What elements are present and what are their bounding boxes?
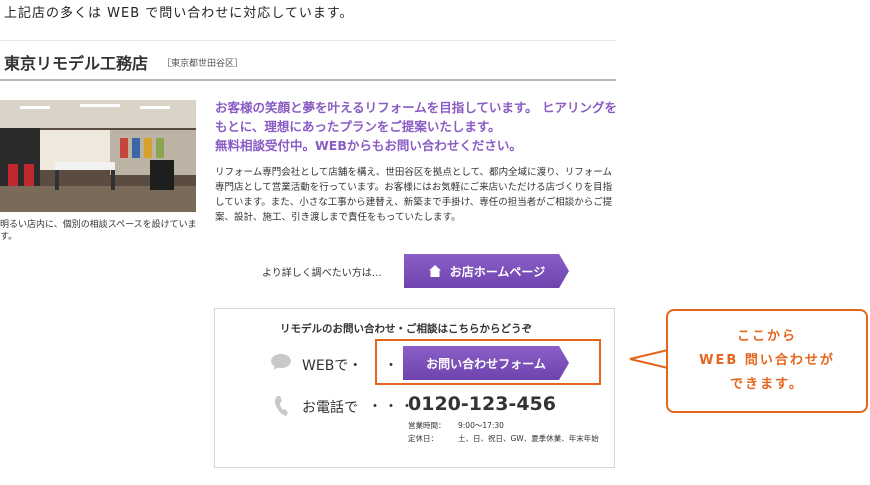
shop-catchcopy: お客様の笑顔と夢を叶えるリフォームを目指しています。 ヒアリングをもとに、理想に…: [215, 98, 620, 155]
intro-text: 上記店の多くは WEB で問い合わせに対応しています。: [4, 6, 354, 21]
contact-web-label: WEBで・: [302, 358, 363, 374]
shop-header-underline: [0, 79, 616, 81]
contact-title: リモデルのお問い合わせ・ご相談はこちらからどうぞ: [280, 323, 532, 335]
callout-pointer: [629, 349, 669, 369]
callout-box: ここから WEB 問い合わせが できます。: [666, 309, 868, 413]
shop-photo: [0, 100, 196, 212]
more-info-text: より詳しく調べたい方は…: [262, 268, 382, 279]
catchcopy-line-2: 無料相談受付中。WEBからもお問い合わせください。: [215, 138, 522, 153]
callout-line-2: WEB 問い合わせが: [699, 353, 835, 368]
business-hours-value: 9:00～17:30: [458, 421, 504, 430]
holiday-label: 定休日：: [408, 434, 438, 443]
shop-description: リフォーム専門会社として店舗を構え、世田谷区を拠点として、都内全域に渡り、リフォ…: [215, 167, 613, 223]
shop-homepage-button-label: お店ホームページ: [449, 264, 546, 279]
photo-caption: 明るい店内に、個別の相談スペースを設けています。: [0, 220, 197, 242]
shop-area: ［東京都世田谷区］: [162, 59, 244, 69]
contact-tel-number[interactable]: 0120-123-456: [408, 393, 556, 415]
callout-line-1: ここから: [736, 329, 797, 344]
contact-tel-label: お電話で: [302, 400, 358, 416]
form-button-highlight: [375, 339, 601, 385]
divider-top: [0, 40, 616, 41]
shop-homepage-button[interactable]: お店ホームページ: [404, 254, 569, 288]
callout-line-3: できます。: [730, 377, 804, 392]
home-icon: [428, 265, 441, 277]
holiday-value: 土、日、祝日、GW、夏季休業、年末年始: [458, 434, 599, 443]
chat-bubble-icon: [271, 354, 291, 370]
business-hours-label: 営業時間：: [408, 421, 446, 430]
shop-name: 東京リモデル工務店: [4, 54, 149, 73]
phone-icon: [274, 396, 288, 416]
catchcopy-line-1: お客様の笑顔と夢を叶えるリフォームを目指しています。 ヒアリングをもとに、理想に…: [215, 100, 617, 134]
